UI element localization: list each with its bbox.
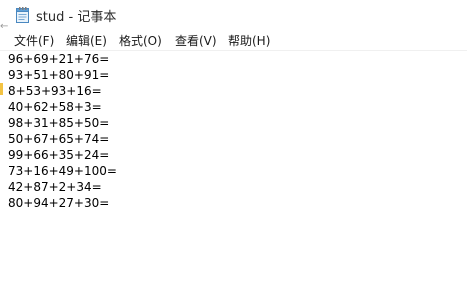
menu-edit[interactable]: 编辑(E) [66, 32, 107, 49]
editor-line: 8+53+93+16= [8, 84, 102, 98]
edge-arrow-icon: ← [0, 21, 9, 32]
notepad-window: stud - 记事本 文件(F) 编辑(E) 格式(O) 查看(V) 帮助(H)… [0, 0, 467, 291]
title-bar[interactable]: stud - 记事本 [0, 0, 467, 30]
window-title: stud - 记事本 [36, 10, 117, 25]
menu-file[interactable]: 文件(F) [14, 32, 54, 49]
editor-line: 42+87+2+34= [8, 180, 102, 194]
editor-line: 73+16+49+100= [8, 164, 117, 178]
editor-line: 93+51+80+91= [8, 68, 110, 82]
menu-help[interactable]: 帮助(H) [228, 32, 270, 49]
edge-marker [0, 83, 3, 95]
menu-view[interactable]: 查看(V) [175, 32, 217, 49]
editor-line: 99+66+35+24= [8, 148, 110, 162]
editor-line: 96+69+21+76= [8, 52, 110, 66]
menu-bar: 文件(F) 编辑(E) 格式(O) 查看(V) 帮助(H) [0, 30, 467, 51]
editor-line: 40+62+58+3= [8, 100, 102, 114]
notepad-icon[interactable] [16, 7, 29, 23]
menu-format[interactable]: 格式(O) [119, 32, 162, 49]
editor-line: 80+94+27+30= [8, 196, 110, 210]
editor-line: 50+67+65+74= [8, 132, 110, 146]
editor-line: 98+31+85+50= [8, 116, 110, 130]
text-editor[interactable]: 96+69+21+76= 93+51+80+91= 8+53+93+16= 40… [8, 51, 467, 291]
